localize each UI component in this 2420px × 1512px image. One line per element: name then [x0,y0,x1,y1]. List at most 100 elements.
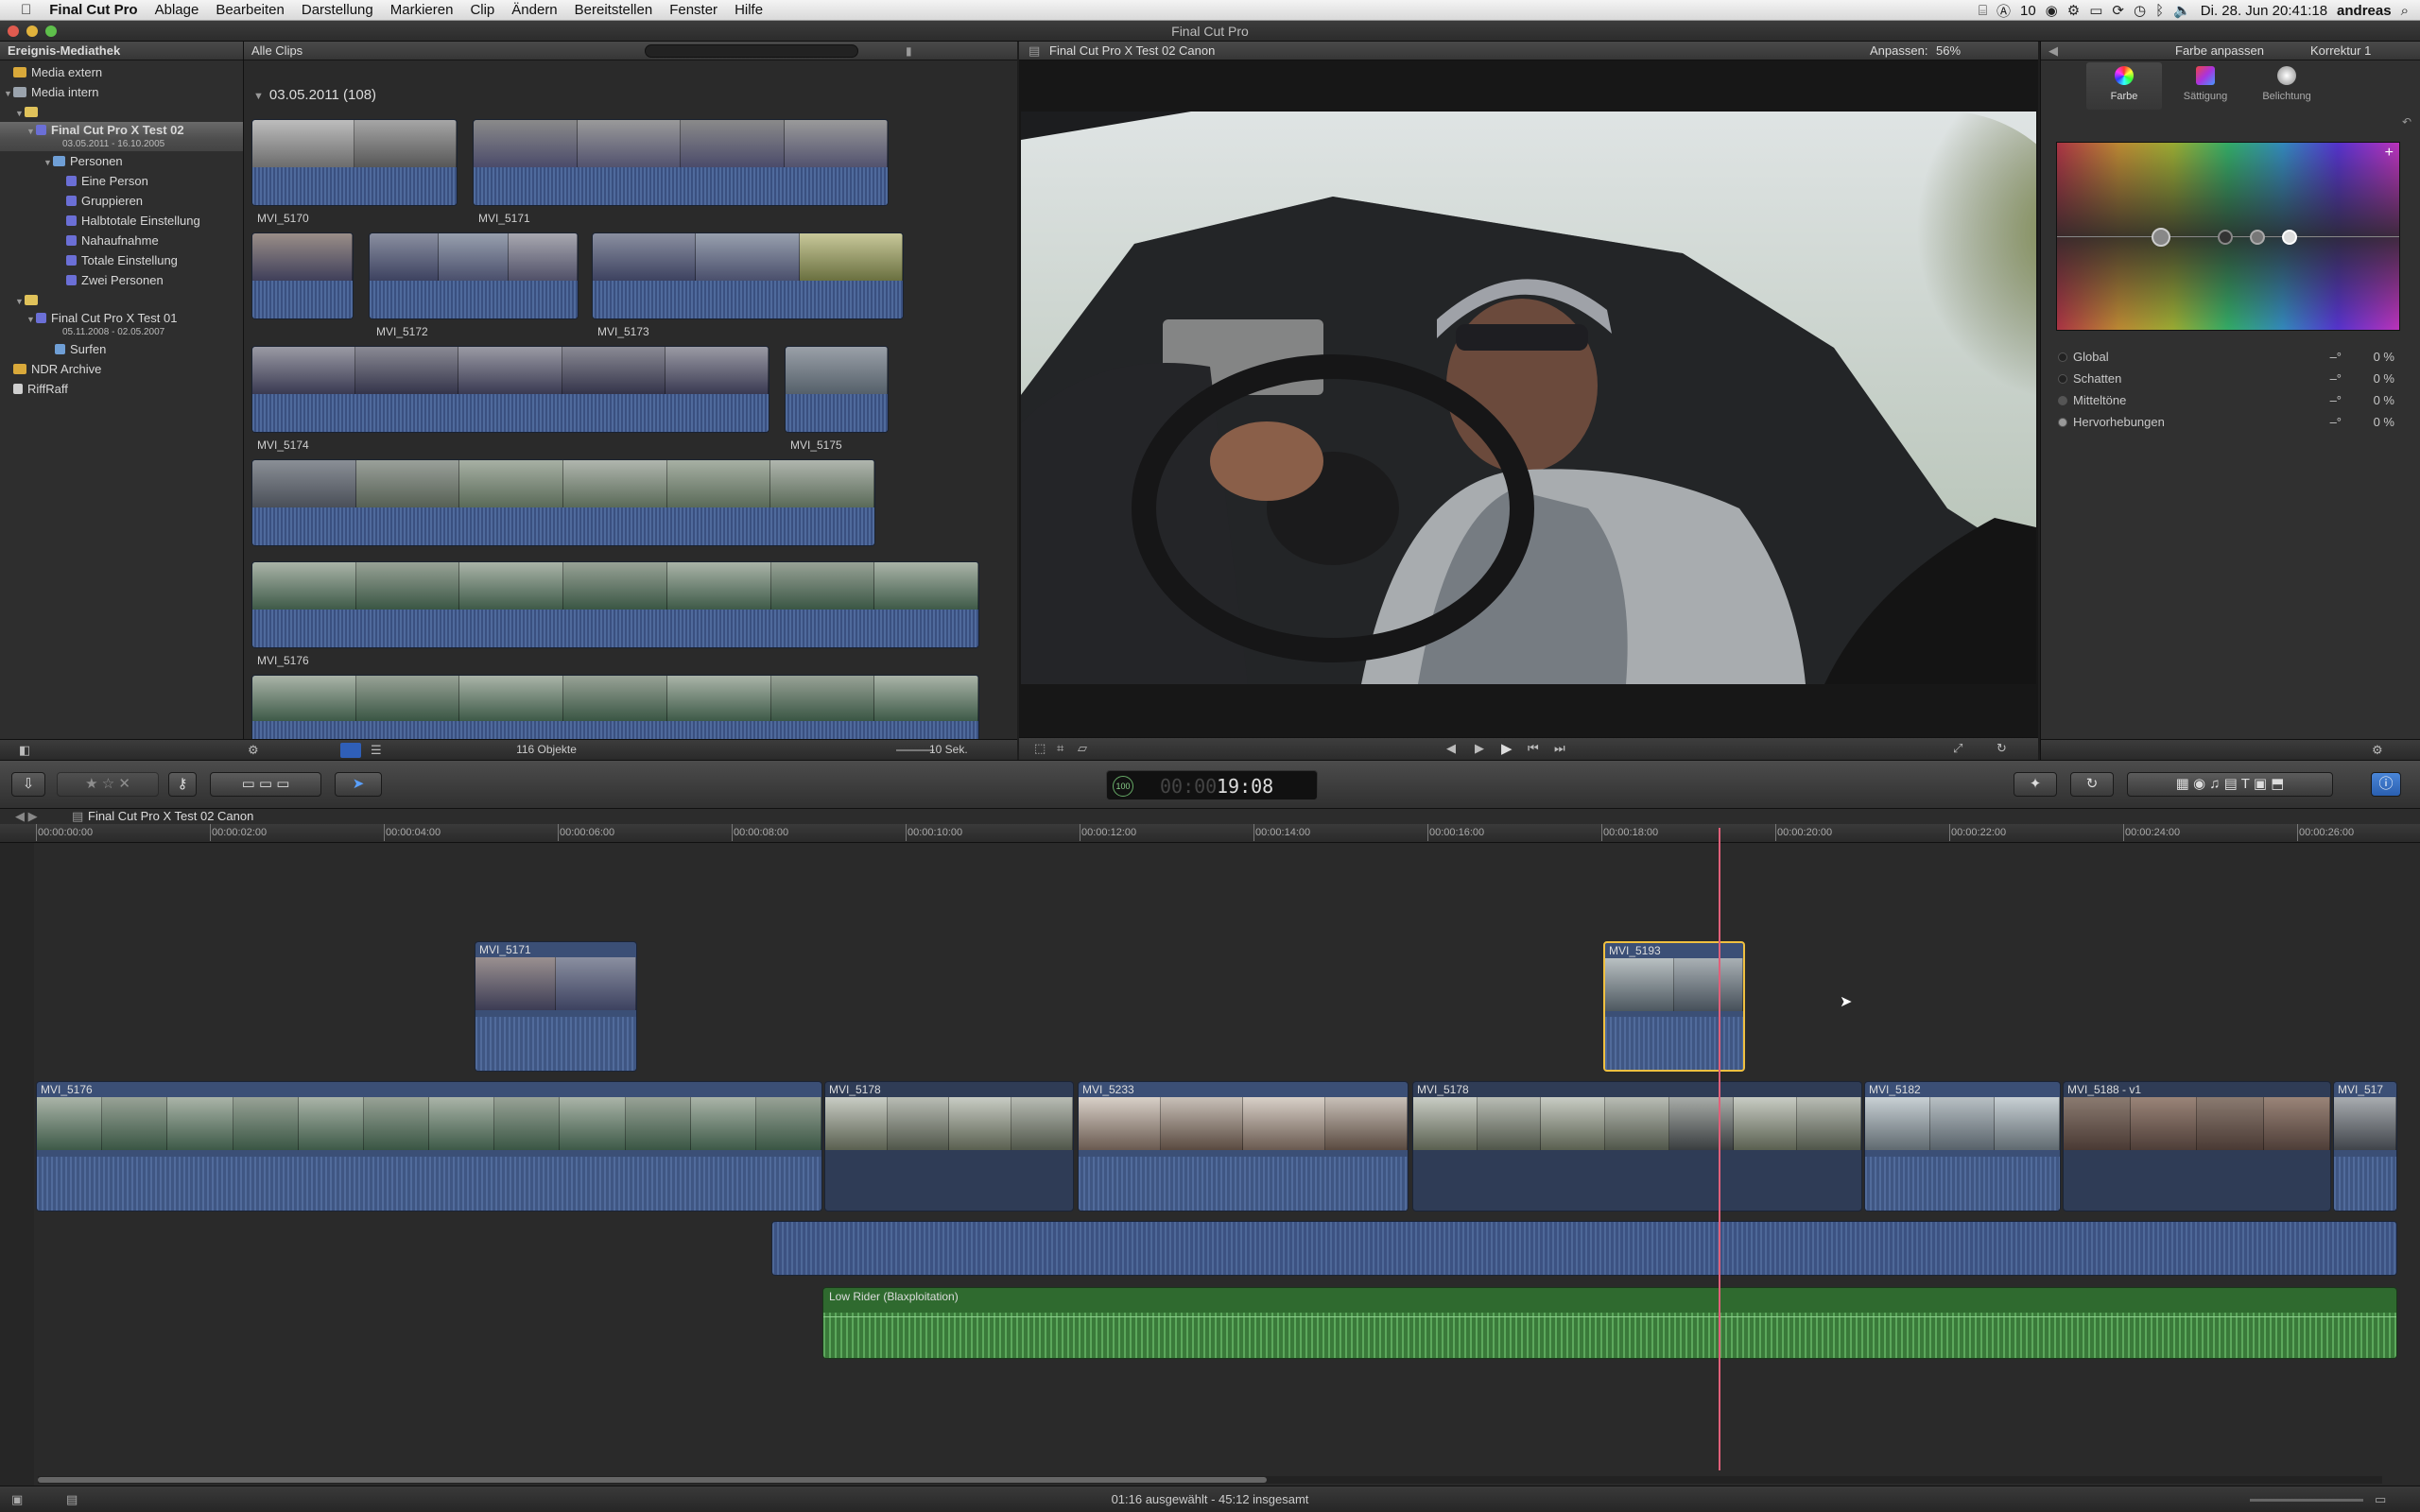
browser-clip[interactable] [369,232,579,319]
color-board[interactable]: + [2056,142,2400,331]
gear-icon[interactable]: ⚙ [248,743,259,758]
back-icon[interactable]: ◀ [2048,42,2058,60]
filmstrip-view-button[interactable] [340,743,361,758]
drive-icon[interactable]: ⌸ [1979,3,1987,19]
sync-icon[interactable]: ⟳ [2112,2,2124,19]
timeline-clip[interactable]: MVI_517 [2333,1081,2397,1211]
bluetooth-icon[interactable]: ᛒ [2155,3,2164,19]
menu-aendern[interactable]: Ändern [503,0,565,21]
menu-markieren[interactable]: Markieren [382,0,462,21]
gear-icon[interactable]: ⚙ [2372,743,2383,758]
menu-clip[interactable]: Clip [461,0,503,21]
display-icon[interactable]: ▭ [2089,2,2102,19]
inspector-icon[interactable]: ⓘ [2371,772,2401,797]
fit-value-select[interactable]: 56% [1936,42,1961,60]
library-item-media-intern[interactable]: ▼ Media intern [0,82,243,102]
minimize-button[interactable] [26,26,38,37]
list-view-icon[interactable]: ☰ [371,743,382,758]
crop-icon[interactable]: ⬚ [1034,741,1046,756]
media-browser-buttons[interactable]: ▦ ◉ ♫ ▤ T ▣ ⬒ [2127,772,2333,797]
browser-clip[interactable] [473,119,889,206]
timeline-clip[interactable]: MVI_5176 [36,1081,822,1211]
library-item-personen[interactable]: ▼ Personen [0,151,243,171]
library-item-zwei-personen[interactable]: Zwei Personen [0,270,243,290]
timeline-zoom-slider[interactable] [2250,1499,2363,1502]
clip-appearance-icon[interactable]: ▭ [2375,1486,2386,1512]
timeline-clip[interactable]: MVI_5178 [824,1081,1074,1211]
global-puck[interactable] [2152,228,2170,247]
edit-buttons[interactable]: ▭ ▭ ▭ [210,772,321,797]
menu-ablage[interactable]: Ablage [147,0,208,21]
timeline-ruler[interactable]: 00:00:00:00 00:00:02:00 00:00:04:00 00:0… [0,824,2420,843]
rating-buttons[interactable]: ★ ☆ ✕ [57,772,159,797]
date-group-header[interactable]: ▼ 03.05.2011 (108) [244,85,1000,106]
library-item-ndr-archive[interactable]: NDR Archive [0,359,243,379]
zoom-button[interactable] [45,26,57,37]
keyword-icon[interactable]: ⚷ [168,772,197,797]
loop-icon[interactable]: ↻ [1996,741,2007,756]
library-item-surfen[interactable]: Surfen [0,339,243,359]
browser-clip[interactable] [251,459,875,546]
timeline-clip[interactable]: MVI_5233 [1078,1081,1409,1211]
spotlight-icon[interactable]: ⌕ [2401,3,2409,19]
play-icon[interactable]: ▶ [1501,740,1512,757]
magic-wand-icon[interactable]: ✦ [2014,772,2057,797]
index-icon[interactable]: ▤ [66,1486,78,1512]
music-clip[interactable]: Low Rider (Blaxploitation) [822,1287,2397,1359]
audio-meter-icon[interactable]: ▣ [11,1486,23,1512]
menu-darstellung[interactable]: Darstellung [293,0,382,21]
back-icon[interactable]: ◀ ▶ [15,809,38,824]
timeline-clip-connected[interactable]: MVI_5171 [475,941,637,1072]
browser-clip[interactable] [592,232,904,319]
import-icon[interactable]: ⇩ [11,772,45,797]
library-item-totale[interactable]: Totale Einstellung [0,250,243,270]
menu-app[interactable]: Final Cut Pro [41,0,146,21]
time-machine-icon[interactable]: ◷ [2134,2,2146,19]
next-edit-icon[interactable]: ⏭ [1554,741,1565,756]
timeline-clip[interactable]: MVI_5182 [1864,1081,2061,1211]
library-item-nahaufnahme[interactable]: Nahaufnahme [0,231,243,250]
library-item-event-test02[interactable]: ▼ Final Cut Pro X Test 02 [0,122,243,139]
reset-icon[interactable]: ↶ [2402,115,2411,129]
browser-search-input[interactable] [645,44,858,58]
row-global[interactable]: Global –° 0 % [2058,350,2408,367]
scrollbar-thumb[interactable] [38,1477,1267,1483]
browser-clip[interactable] [251,561,979,648]
menu-fenster[interactable]: Fenster [661,0,726,21]
step-forward-icon[interactable]: ▶ [1475,741,1484,756]
gear-icon[interactable]: ⚙ [2067,2,2080,19]
rewind-icon[interactable]: ◀ [1446,741,1456,756]
close-button[interactable] [8,26,19,37]
select-tool-icon[interactable]: ➤ [335,772,382,797]
timeline-clip[interactable]: MVI_5178 [1412,1081,1862,1211]
timeline-clip[interactable]: MVI_5188 - v1 [2063,1081,2331,1211]
previous-edit-icon[interactable]: ⏮ [1528,741,1539,756]
library-item-riffraff[interactable]: RiffRaff [0,379,243,399]
library-item-event-test01[interactable]: ▼ Final Cut Pro X Test 01 [0,310,243,327]
fullscreen-icon[interactable]: ⤢ [1953,741,1962,756]
shadows-puck[interactable] [2218,230,2233,245]
retime-icon[interactable]: ↻ [2070,772,2114,797]
apple-icon[interactable]:  [0,0,41,21]
correction-select[interactable]: Korrektur 1 [2310,42,2371,60]
browser-clip[interactable] [251,232,354,319]
zoom-slider[interactable] [896,749,934,751]
distort-icon[interactable]: ▱ [1078,741,1087,756]
browser-clip[interactable] [251,346,769,433]
tab-saettigung[interactable]: Sättigung [2168,62,2243,110]
menu-bereitstellen[interactable]: Bereitstellen [566,0,662,21]
adobe-icon[interactable]: Ⓐ [1996,1,2011,21]
transform-icon[interactable]: ⌗ [1057,741,1063,756]
midtones-puck[interactable] [2250,230,2265,245]
volume-icon[interactable]: 🔈 [2173,2,2191,19]
highlights-puck[interactable] [2282,230,2297,245]
timeline-clip-connected-selected[interactable]: MVI_5193 [1603,941,1745,1072]
globe-icon[interactable]: ◉ [2046,2,2058,19]
tab-belichtung[interactable]: Belichtung [2249,62,2325,110]
row-schatten[interactable]: Schatten –° 0 % [2058,371,2408,388]
tab-farbe[interactable]: Farbe [2086,62,2162,110]
library-item-eine-person[interactable]: Eine Person [0,171,243,191]
menu-bearbeiten[interactable]: Bearbeiten [207,0,293,21]
add-icon[interactable]: + [2385,145,2394,162]
playhead[interactable] [1719,828,1720,1470]
